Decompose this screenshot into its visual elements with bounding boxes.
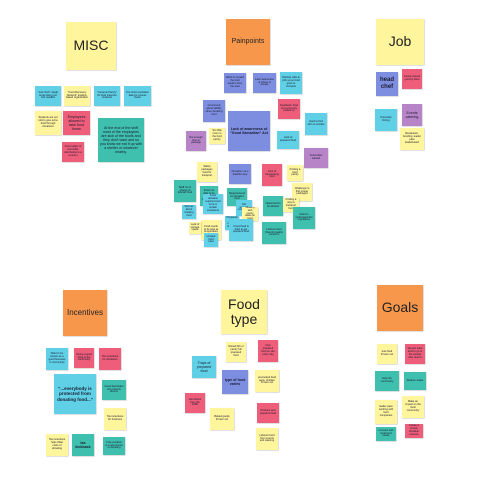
pain-note-4[interactable]: Concerned about liability when donating … (203, 100, 225, 122)
food-note-9[interactable]: Leftover food from events and catering (256, 428, 278, 450)
misc-note-employees[interactable]: Employees allowed to take food home (63, 111, 90, 135)
misc-header-note[interactable]: MISC (66, 22, 116, 70)
inc-note-2[interactable]: Giving a good thing to the community (74, 348, 94, 368)
misc-note-end-of-shift[interactable]: At the end of the shift most of the empl… (98, 118, 144, 162)
pain-note-10[interactable]: Lack of prepared food (277, 131, 299, 149)
job-note-head-chef[interactable]: head chef (376, 72, 398, 96)
goals-note-leader-pass[interactable]: leader pass working with food companies (375, 400, 397, 424)
misc-note-expiration[interactable]: Too short expiration date for excess foo… (124, 86, 151, 106)
pain-note-15[interactable]: Cost of transporting food (262, 164, 282, 186)
goals-note-2[interactable]: We just want food to go to the people wh… (405, 344, 425, 364)
food-type-header-note[interactable]: Food type (221, 290, 267, 334)
job-note-university[interactable]: University Dining (375, 109, 397, 131)
misc-note-campus-pantry[interactable]: "Campus Pantry" for food insecure studen… (94, 86, 120, 106)
incentives-header-note[interactable]: Incentives (63, 290, 107, 336)
inc-note-everybody-protected[interactable]: "...everybody is protected from donating… (54, 374, 96, 414)
job-note-events[interactable]: Events catering (402, 104, 422, 126)
goals-note-5[interactable]: Make an impact on the local community (402, 396, 424, 418)
pain-note-good-samaritan[interactable]: Lack of awareness of "Good Samaritan" Ac… (228, 111, 270, 151)
painpoints-header-note[interactable]: Painpoints (226, 19, 270, 65)
pain-note-3[interactable]: Nobody calls to pick up so food goes to … (280, 72, 302, 94)
job-note-grocery[interactable]: Family owned grocery store (402, 69, 422, 89)
job-header-note[interactable]: Job (376, 19, 424, 65)
inc-note-9[interactable]: Free produce is a nice bonus to donating (103, 437, 125, 455)
pain-note-11[interactable]: Food often wasted (304, 148, 328, 168)
inc-note-3[interactable]: Tax incentives for donations (99, 348, 121, 370)
goals-note-6[interactable]: Create a simple donation process (405, 424, 423, 438)
pain-note-5[interactable]: Feedback: food not commonly picked up (278, 99, 300, 119)
misc-note-students[interactable]: Students are not told to give extra food… (35, 111, 61, 135)
inc-note-tax-kickback[interactable]: tax kickback (72, 434, 94, 456)
goals-header-note[interactable]: Goals (377, 285, 423, 331)
misc-note-low-tech[interactable]: "Low Tech" weigh scrap being put into ne… (35, 86, 61, 106)
pain-note-2[interactable]: Lack awareness of where to donate (253, 73, 276, 93)
food-note-6[interactable]: Hot dishes from the buffet (185, 393, 205, 413)
inc-note-6[interactable]: Tax incentives for business (104, 408, 126, 430)
pain-note-21[interactable]: Need food to be labeled (263, 196, 283, 216)
misc-note-food-safety[interactable]: Food safety of food after distribution i… (62, 142, 84, 162)
goals-note-1[interactable]: less food thrown out (377, 344, 397, 364)
inc-note-5[interactable]: Good Samaritan Act protects donors (102, 380, 126, 400)
pain-note-8[interactable]: Not enough time to package (186, 131, 206, 151)
food-note-2[interactable]: Only prepared food on site every day (258, 340, 278, 362)
goals-note-4[interactable]: Reduce waste (404, 372, 426, 390)
inc-note-7[interactable]: Tax incentives help offset costs of dona… (46, 434, 68, 456)
food-note-1[interactable]: Stored fish or pantry full prepared food (226, 342, 246, 362)
pain-note-14[interactable]: Donation not a feasible step (229, 164, 251, 184)
pain-note-leftover-quality[interactable]: Leftover food (friends) quality concerns (262, 222, 286, 244)
pain-note-safety-packages[interactable]: Safety packages food for transport (197, 162, 217, 182)
pain-note-9[interactable]: Too little room in the food pantry (209, 128, 225, 144)
pain-note-1[interactable]: Want to contact the food leaders from th… (224, 73, 246, 93)
pain-note-29[interactable]: Unclear food rules (204, 233, 218, 247)
pain-note-7[interactable]: Hard to find who to contact (305, 113, 327, 135)
food-note-5[interactable]: precooked food pans, chicken thrown out (255, 370, 279, 392)
pain-note-16[interactable]: Finding a food pantry (287, 165, 303, 181)
goals-note-8[interactable]: Connect with local food banks (376, 427, 396, 441)
food-note-8[interactable]: Produce and prepared food (257, 403, 279, 423)
misc-note-food-recovery[interactable]: "Food Recovery Network" student-based or… (64, 86, 90, 106)
goals-note-3[interactable]: Help the community (375, 371, 399, 391)
pain-note-30[interactable]: Lack of storage space (189, 222, 201, 234)
pain-note-20[interactable]: Food donation requires food to be in cer… (203, 194, 223, 214)
food-note-trays[interactable]: Trays of prepared food (192, 356, 216, 378)
pain-note-13[interactable]: Staff not in charge of leftover food (174, 180, 196, 202)
pain-note-26[interactable]: Need to understand the regulations (293, 207, 315, 229)
food-note-varies[interactable]: type of food varies (222, 370, 248, 394)
inc-note-1[interactable]: Want to be known as a good business in c… (46, 348, 68, 370)
pain-note-prepared-food[interactable]: It food food is hard to get prepared foo… (229, 219, 253, 241)
food-note-baked-goods[interactable]: Baked goods thrown out (210, 408, 234, 430)
pain-note-24[interactable]: Worries about tracking food (182, 205, 196, 219)
job-note-restaurant[interactable]: Restaurant, bonding, leader pass leaderb… (400, 128, 424, 150)
